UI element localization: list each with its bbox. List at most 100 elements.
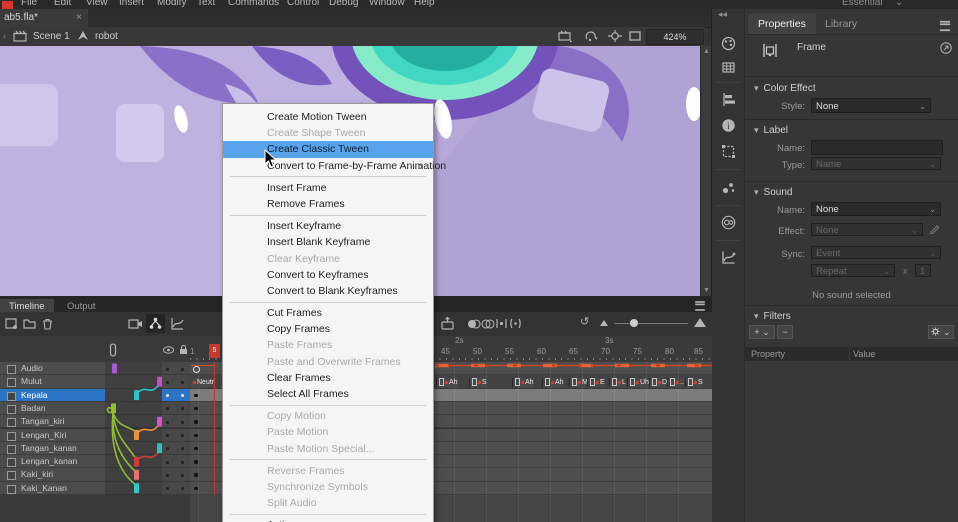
mouth-keyframe[interactable]: S	[469, 378, 487, 387]
info-panel-icon[interactable]: i	[720, 117, 737, 134]
timeline-zoom-slider[interactable]	[614, 323, 688, 324]
timeline-zoom-slider-knob[interactable]	[630, 319, 638, 327]
mouth-keyframe[interactable]: Neutr	[191, 378, 214, 387]
menu-item-select-all-frames[interactable]: Select All Frames	[223, 386, 433, 402]
breadcrumb-scene[interactable]: Scene 1	[33, 31, 70, 42]
menu-view[interactable]: View	[86, 0, 108, 8]
center-stage-icon[interactable]	[608, 30, 622, 42]
color-panel-icon[interactable]	[720, 35, 737, 52]
parent-view-button[interactable]	[146, 314, 165, 333]
graph-view-icon[interactable]	[170, 316, 185, 331]
help-icon[interactable]	[940, 42, 952, 54]
menu-item-convert-frame-by-frame[interactable]: Convert to Frame-by-Frame Animation	[223, 158, 433, 174]
frame-stamp-icon[interactable]	[440, 316, 455, 331]
menu-item-create-motion-tween[interactable]: Create Motion Tween	[223, 109, 433, 125]
layer-name[interactable]: Mulut	[21, 375, 42, 388]
clip-content-icon[interactable]	[558, 30, 572, 42]
tab-properties[interactable]: Properties	[748, 14, 816, 34]
mouth-keyframe[interactable]: S	[685, 378, 703, 387]
mouth-keyframe[interactable]: Uh	[627, 378, 649, 387]
cc-libraries-panel-icon[interactable]	[720, 214, 737, 231]
layer-name[interactable]: Kaki_kiri	[21, 468, 53, 481]
layer-name[interactable]: Tangan_kanan	[21, 442, 77, 455]
workspace-switcher[interactable]: Essential	[842, 0, 883, 8]
menu-item-copy-frames[interactable]: Copy Frames	[223, 321, 433, 337]
mouth-keyframe[interactable]: Ah	[512, 378, 534, 387]
tab-close-icon[interactable]: ×	[76, 9, 82, 27]
menu-item-create-classic-tween[interactable]: Create Classic Tween	[223, 141, 433, 157]
onion-skin-outlines-icon[interactable]	[480, 316, 495, 331]
mouth-keyframe[interactable]: Ah	[542, 378, 564, 387]
menu-item-cut-frames[interactable]: Cut Frames	[223, 305, 433, 321]
mouth-keyframe[interactable]: L	[609, 378, 626, 387]
menu-text[interactable]: Text	[197, 0, 215, 8]
menu-item-remove-frames[interactable]: Remove Frames	[223, 196, 433, 212]
eye-icon[interactable]	[163, 346, 174, 354]
layer-name[interactable]: Kaki_Kanan	[21, 482, 67, 495]
assets-panel-icon[interactable]	[720, 179, 737, 196]
tab-library[interactable]: Library	[815, 14, 867, 34]
mouth-keyframe[interactable]: ..	[667, 378, 684, 387]
menu-item-insert-keyframe[interactable]: Insert Keyframe	[223, 218, 433, 234]
layer-name[interactable]: Lengan_Kiri	[21, 429, 66, 442]
sound-name-select[interactable]: None ⌄	[811, 202, 941, 216]
menu-file[interactable]: File	[21, 0, 37, 8]
menu-control[interactable]: Control	[287, 0, 319, 8]
timeline-panel-menu-icon[interactable]	[695, 301, 705, 311]
menu-item-actions[interactable]: Actions	[223, 517, 433, 522]
modify-markers-icon[interactable]	[508, 316, 523, 331]
layer-name[interactable]: Lengan_kanan	[21, 455, 77, 468]
align-panel-icon[interactable]	[720, 91, 737, 108]
mouth-keyframe[interactable]: M	[569, 378, 588, 387]
filter-options-button[interactable]: ⌄	[928, 325, 954, 339]
remove-filter-button[interactable]: −	[777, 325, 793, 339]
section-filters[interactable]: Filters	[754, 311, 791, 322]
new-folder-icon[interactable]	[22, 316, 37, 331]
menu-edit[interactable]: Edit	[54, 0, 71, 8]
delete-layer-icon[interactable]	[40, 316, 55, 331]
layer-name[interactable]: Badan	[21, 402, 46, 415]
add-filter-button[interactable]: + ⌄	[749, 325, 775, 339]
menu-help[interactable]: Help	[414, 0, 435, 8]
menu-modify[interactable]: Modify	[157, 0, 186, 8]
menu-item-convert-to-blank-keyframes[interactable]: Convert to Blank Keyframes	[223, 283, 433, 299]
layer-name[interactable]: Kepala	[21, 389, 47, 402]
layer-name[interactable]: Tangan_kiri	[21, 415, 64, 428]
properties-panel-menu-icon[interactable]	[940, 21, 950, 31]
swatches-panel-icon[interactable]	[720, 59, 737, 76]
motion-editor-panel-icon[interactable]	[720, 249, 737, 266]
onion-skin-icon[interactable]	[466, 316, 481, 331]
menu-item-insert-frame[interactable]: Insert Frame	[223, 180, 433, 196]
mouth-keyframe[interactable]: E	[587, 378, 605, 387]
breadcrumb-symbol[interactable]: robot	[95, 31, 118, 42]
menu-debug[interactable]: Debug	[329, 0, 358, 8]
section-label[interactable]: Label	[754, 125, 788, 136]
lock-icon[interactable]	[179, 345, 188, 355]
menu-item-clear-frames[interactable]: Clear Frames	[223, 370, 433, 386]
menu-commands[interactable]: Commands	[228, 0, 279, 8]
zoom-out-frames-icon[interactable]	[600, 320, 608, 326]
zoom-fit-icon[interactable]	[628, 30, 642, 42]
camera-icon[interactable]	[128, 316, 143, 331]
menu-insert[interactable]: Insert	[119, 0, 144, 8]
new-layer-icon[interactable]	[4, 316, 19, 331]
playhead[interactable]: 5	[209, 344, 220, 358]
back-arrow-icon[interactable]: ‹	[3, 31, 6, 41]
rotate-tool-icon[interactable]	[584, 30, 598, 42]
menu-item-insert-blank-keyframe[interactable]: Insert Blank Keyframe	[223, 234, 433, 250]
reset-timeline-zoom-icon[interactable]: ↺	[580, 315, 589, 328]
collapse-panels-icon[interactable]: ◂◂	[718, 9, 727, 20]
menu-window[interactable]: Window	[369, 0, 405, 8]
document-tab[interactable]: ab5.fla* ×	[0, 9, 88, 27]
mouth-keyframe[interactable]: Ah	[436, 378, 458, 387]
section-sound[interactable]: Sound	[754, 187, 792, 198]
edit-multiple-frames-icon[interactable]	[494, 316, 509, 331]
layer-name[interactable]: Audio	[21, 362, 43, 375]
zoom-in-frames-icon[interactable]	[694, 318, 706, 327]
style-select[interactable]: None ⌄	[811, 98, 931, 113]
label-name-input[interactable]	[811, 140, 943, 155]
menu-item-convert-to-keyframes[interactable]: Convert to Keyframes	[223, 267, 433, 283]
zoom-level-select[interactable]: 424% ⌄	[646, 29, 704, 45]
mouth-keyframe[interactable]: D	[649, 378, 667, 387]
section-color-effect[interactable]: Color Effect	[754, 83, 816, 94]
